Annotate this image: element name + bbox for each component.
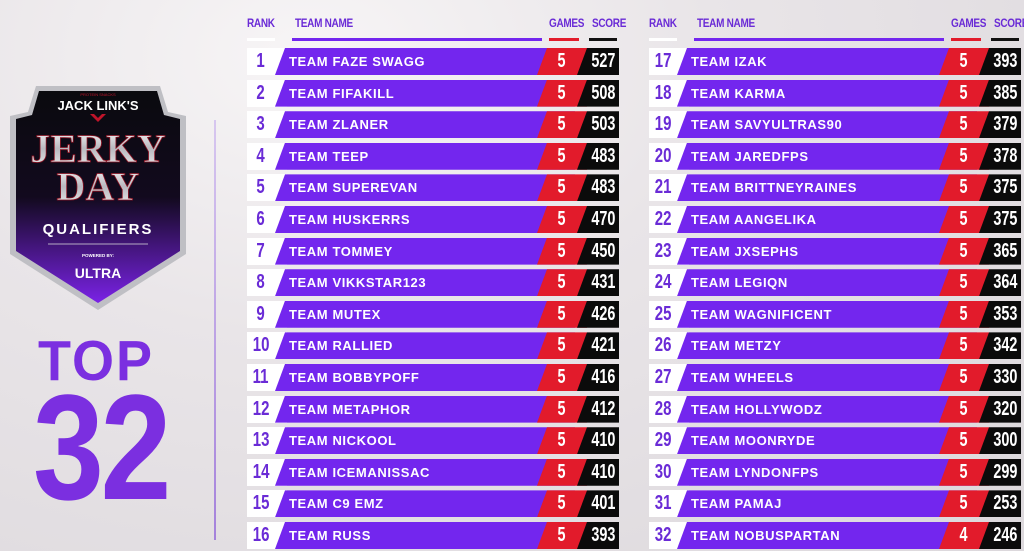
score-header: SCORE xyxy=(592,17,627,31)
table-row: 32 TEAM NOBUSPARTAN 4 246 xyxy=(649,522,1021,549)
standings-table-2: RANK TEAM NAME GAMES SCORE 17 TEAM IZAK … xyxy=(649,15,1024,549)
table-row: 2 TEAM FIFAKILL 5 508 xyxy=(247,79,619,107)
table-row: 28 TEAM HOLLYWODZ 5 320 xyxy=(649,395,1021,423)
games-header: GAMES xyxy=(951,17,987,31)
table-row: 24 TEAM LEGIQN 5 364 xyxy=(649,269,1021,297)
table-row: 10 TEAM RALLIED 5 421 xyxy=(247,332,619,360)
svg-text:QUALIFIERS: QUALIFIERS xyxy=(43,221,154,238)
team-name-cell: TEAM WHEELS xyxy=(677,364,977,391)
team-underline xyxy=(292,38,542,41)
table-row: 29 TEAM MOONRYDE 5 300 xyxy=(649,427,1021,455)
team-name-header: TEAM NAME xyxy=(295,17,353,31)
table-row: 14 TEAM ICEMANISSAC 5 410 xyxy=(247,458,619,486)
table-row: 27 TEAM WHEELS 5 330 xyxy=(649,364,1021,391)
table-row: 12 TEAM METAPHOR 5 412 xyxy=(247,395,619,423)
table-row: 20 TEAM JAREDFPS 5 378 xyxy=(649,142,1021,170)
rank-underline xyxy=(247,38,275,41)
standings-table-1: RANK TEAM NAME GAMES SCORE 1 TEAM FAZE S… xyxy=(247,15,626,549)
team-name-cell: TEAM BOBBYPOFF xyxy=(275,364,575,391)
team-name-cell: TEAM KARMA xyxy=(677,79,977,107)
svg-text:DAY: DAY xyxy=(57,164,140,209)
table-row: 6 TEAM HUSKERRS 5 470 xyxy=(247,206,619,233)
team-name-cell: TEAM HOLLYWODZ xyxy=(677,395,977,423)
table-row: 5 TEAM SUPEREVAN 5 483 xyxy=(247,174,619,202)
team-name-cell: TEAM BRITTNEYRAINES xyxy=(677,174,977,202)
team-name-cell: TEAM JAREDFPS xyxy=(677,142,977,170)
table-row: 9 TEAM MUTEX 5 426 xyxy=(247,300,619,328)
team-name-cell: TEAM AANGELIKA xyxy=(677,206,977,233)
team-name-cell: TEAM SAVYULTRAS90 xyxy=(677,111,977,139)
table-row: 23 TEAM JXSEPHS 5 365 xyxy=(649,237,1021,265)
table-row: 7 TEAM TOMMEY 5 450 xyxy=(247,237,619,265)
svg-text:ULTRA: ULTRA xyxy=(75,265,121,281)
jerky-day-qualifiers-logo: PROTEIN SNACKS JACK LINK'S JERKY DAY QUA… xyxy=(10,86,186,310)
score-underline xyxy=(991,38,1019,41)
table-row: 11 TEAM BOBBYPOFF 5 416 xyxy=(247,364,619,391)
team-name-cell: TEAM METAPHOR xyxy=(275,395,575,423)
games-underline xyxy=(951,38,981,41)
table-row: 16 TEAM RUSS 5 393 xyxy=(247,522,619,549)
team-name-cell: TEAM TOMMEY xyxy=(275,237,575,265)
team-underline xyxy=(694,38,944,41)
top-count: 32 xyxy=(33,363,171,531)
svg-text:PROTEIN SNACKS: PROTEIN SNACKS xyxy=(80,92,116,97)
team-name-cell: TEAM FIFAKILL xyxy=(275,79,575,107)
team-name-cell: TEAM SUPEREVAN xyxy=(275,174,575,202)
team-name-cell: TEAM WAGNIFICENT xyxy=(677,300,977,328)
table-header: RANK TEAM NAME GAMES SCORE xyxy=(247,15,626,49)
table-row: 15 TEAM C9 EMZ 5 401 xyxy=(247,490,619,518)
team-name-cell: TEAM VIKKSTAR123 xyxy=(275,269,575,297)
table-row: 30 TEAM LYNDONFPS 5 299 xyxy=(649,458,1021,486)
table-row: 22 TEAM AANGELIKA 5 375 xyxy=(649,206,1021,233)
team-name-cell: TEAM ZLANER xyxy=(275,111,575,139)
table-row: 3 TEAM ZLANER 5 503 xyxy=(247,111,619,139)
team-name-cell: TEAM NICKOOL xyxy=(275,427,575,455)
rank-header: RANK xyxy=(247,17,275,31)
team-name-cell: TEAM LEGIQN xyxy=(677,269,977,297)
team-name-cell: TEAM MUTEX xyxy=(275,300,575,328)
table-row: 25 TEAM WAGNIFICENT 5 353 xyxy=(649,300,1021,328)
games-header: GAMES xyxy=(549,17,585,31)
team-name-cell: TEAM IZAK xyxy=(677,48,977,75)
table-header: RANK TEAM NAME GAMES SCORE xyxy=(649,15,1024,49)
team-name-cell: TEAM FAZE SWAGG xyxy=(275,48,575,75)
table-row: 19 TEAM SAVYULTRAS90 5 379 xyxy=(649,111,1021,139)
table-row: 17 TEAM IZAK 5 393 xyxy=(649,48,1021,75)
score-header: SCORE xyxy=(994,17,1024,31)
rank-header: RANK xyxy=(649,17,677,31)
divider-line xyxy=(214,120,216,540)
team-name-cell: TEAM JXSEPHS xyxy=(677,237,977,265)
team-name-cell: TEAM NOBUSPARTAN xyxy=(677,522,977,549)
score-underline xyxy=(589,38,617,41)
table-row: 21 TEAM BRITTNEYRAINES 5 375 xyxy=(649,174,1021,202)
team-name-cell: TEAM RUSS xyxy=(275,522,575,549)
table-row: 4 TEAM TEEP 5 483 xyxy=(247,142,619,170)
table-row: 18 TEAM KARMA 5 385 xyxy=(649,79,1021,107)
team-name-cell: TEAM RALLIED xyxy=(275,332,575,360)
svg-text:JACK LINK'S: JACK LINK'S xyxy=(57,98,138,113)
team-name-cell: TEAM PAMAJ xyxy=(677,490,977,518)
team-name-cell: TEAM ICEMANISSAC xyxy=(275,458,575,486)
table-row: 13 TEAM NICKOOL 5 410 xyxy=(247,427,619,455)
table-row: 31 TEAM PAMAJ 5 253 xyxy=(649,490,1021,518)
team-name-cell: TEAM TEEP xyxy=(275,142,575,170)
team-name-header: TEAM NAME xyxy=(697,17,755,31)
games-underline xyxy=(549,38,579,41)
team-name-cell: TEAM HUSKERRS xyxy=(275,206,575,233)
team-name-cell: TEAM LYNDONFPS xyxy=(677,458,977,486)
team-name-cell: TEAM METZY xyxy=(677,332,977,360)
table-row: 26 TEAM METZY 5 342 xyxy=(649,332,1021,360)
team-name-cell: TEAM MOONRYDE xyxy=(677,427,977,455)
table-row: 1 TEAM FAZE SWAGG 5 527 xyxy=(247,48,619,75)
rank-underline xyxy=(649,38,677,41)
table-row: 8 TEAM VIKKSTAR123 5 431 xyxy=(247,269,619,297)
svg-text:POWERED BY:: POWERED BY: xyxy=(82,253,114,258)
team-name-cell: TEAM C9 EMZ xyxy=(275,490,575,518)
